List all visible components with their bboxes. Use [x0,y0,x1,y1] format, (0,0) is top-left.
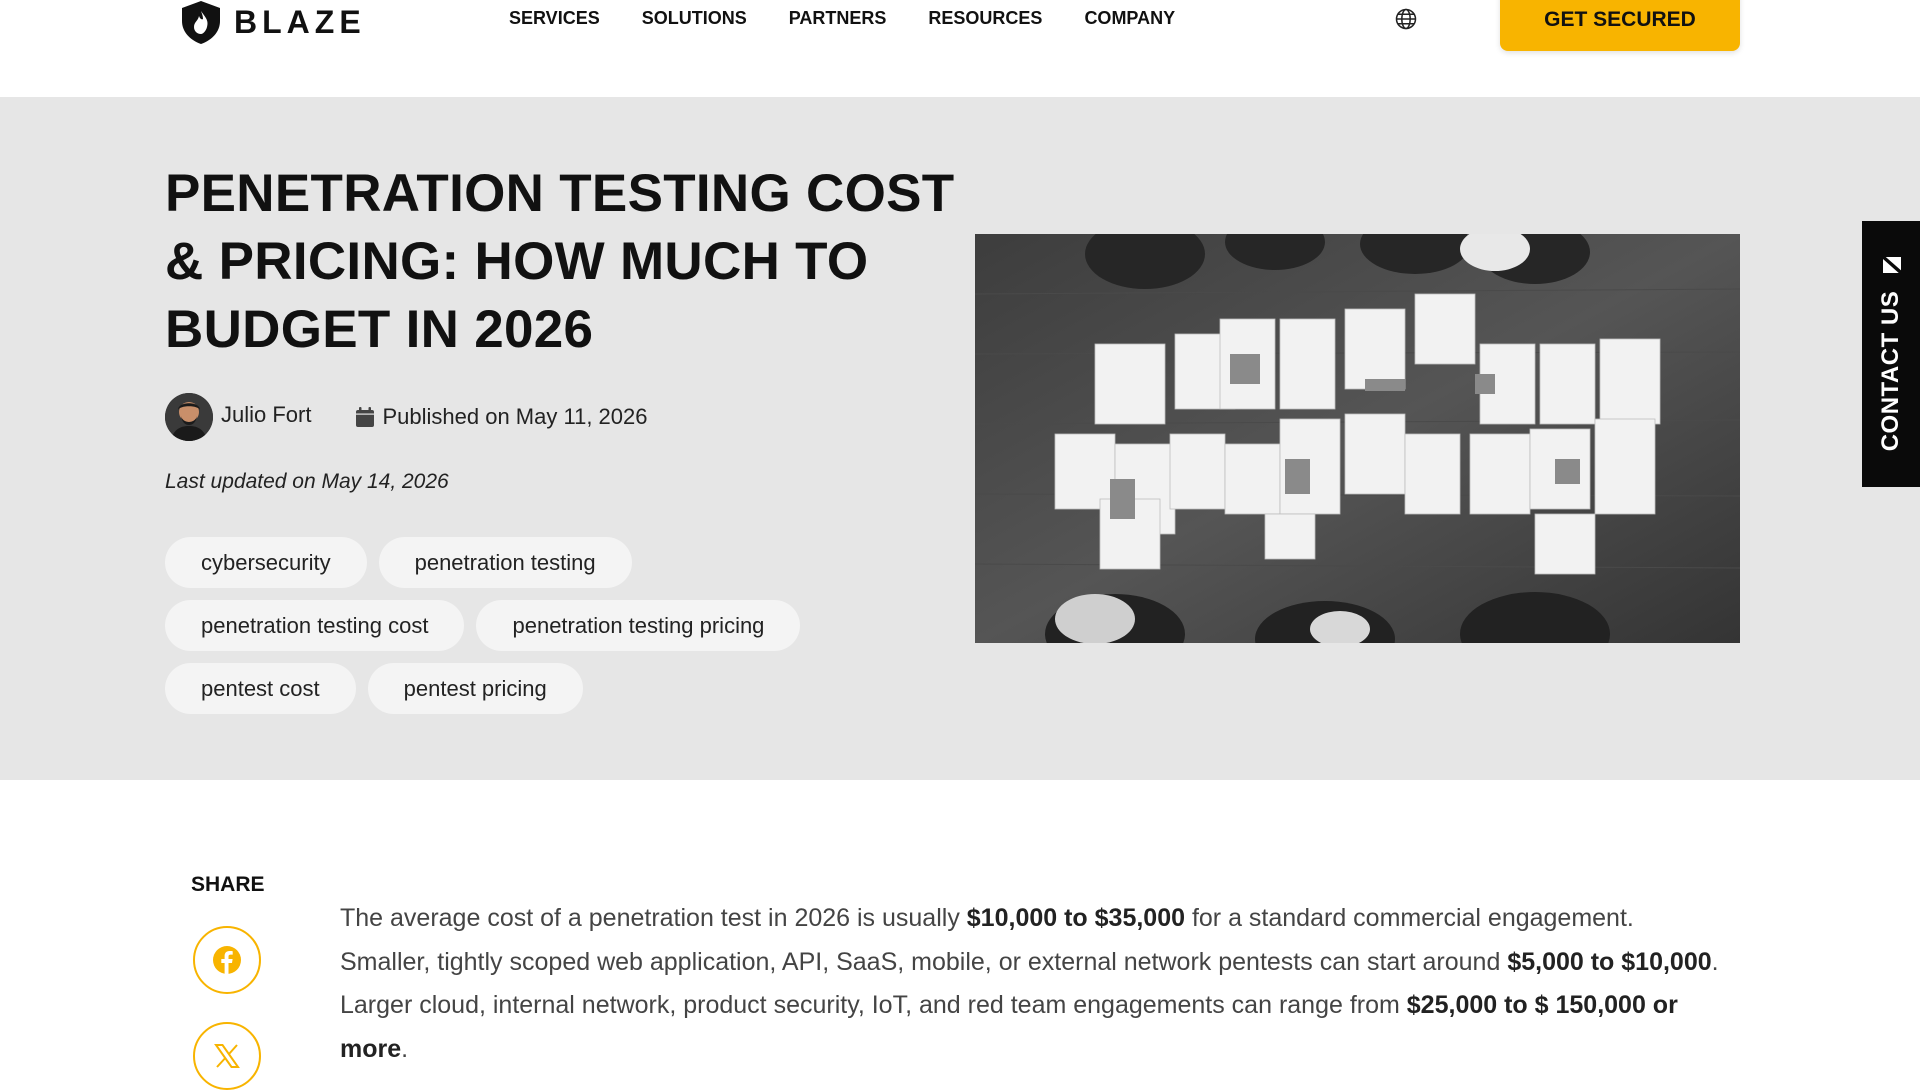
article-highlight: $10,000 to $35,000 [966,904,1186,932]
last-updated-date: Last updated on May 14, 2026 [165,470,449,493]
article-text: . [401,1034,409,1063]
contact-us-label: CONTACT US [1877,290,1904,452]
tag-chip[interactable]: pentest cost [165,663,356,714]
article-meta: Julio Fort Published on May 11, 2026 [165,393,647,441]
tag-chip[interactable]: pentest pricing [367,663,583,714]
page-title: PENETRATION TESTING COST & PRICING: HOW … [165,164,955,359]
envelope-icon [1882,255,1902,275]
share-label: SHARE [191,873,265,896]
nav-company[interactable]: COMPANY [1084,4,1175,32]
tag-chip[interactable]: penetration testing pricing [476,600,801,651]
x-icon [214,1044,240,1068]
site-header: BLAZE SERVICES SOLUTIONS PARTNERS RESOUR… [0,0,1920,97]
tag-chip[interactable]: cybersecurity [165,537,367,588]
nav-partners[interactable]: PARTNERS [789,4,887,32]
author-name[interactable]: Julio Fort [221,402,311,428]
nav-solutions[interactable]: SOLUTIONS [642,4,747,32]
logo-text: BLAZE [234,3,366,40]
tag-list: cybersecurity penetration testing penetr… [165,537,905,726]
get-secured-button[interactable]: GET SECURED [1500,0,1740,51]
main-nav: SERVICES SOLUTIONS PARTNERS RESOURCES CO… [509,4,1175,32]
contact-us-tab[interactable]: CONTACT US [1862,221,1920,487]
tag-chip[interactable]: penetration testing [378,537,632,588]
published-date: Published on May 11, 2026 [382,404,648,429]
shield-flame-icon [182,1,220,44]
calendar-icon [356,407,375,427]
hero-image [975,234,1740,643]
article-text: The average cost of a penetration test i… [340,904,967,932]
hero-section: PENETRATION TESTING COST & PRICING: HOW … [0,97,1920,780]
author-avatar[interactable] [165,393,213,441]
article-intro: The average cost of a penetration test i… [340,897,1730,1071]
nav-resources[interactable]: RESOURCES [928,4,1042,32]
nav-services[interactable]: SERVICES [509,4,600,32]
tag-chip[interactable]: penetration testing cost [165,600,465,651]
article-highlight: $5,000 to $10,000 [1507,947,1712,976]
share-facebook-button[interactable] [193,926,261,994]
globe-icon[interactable] [1394,7,1418,31]
logo[interactable]: BLAZE [178,0,366,44]
facebook-icon [213,946,241,974]
